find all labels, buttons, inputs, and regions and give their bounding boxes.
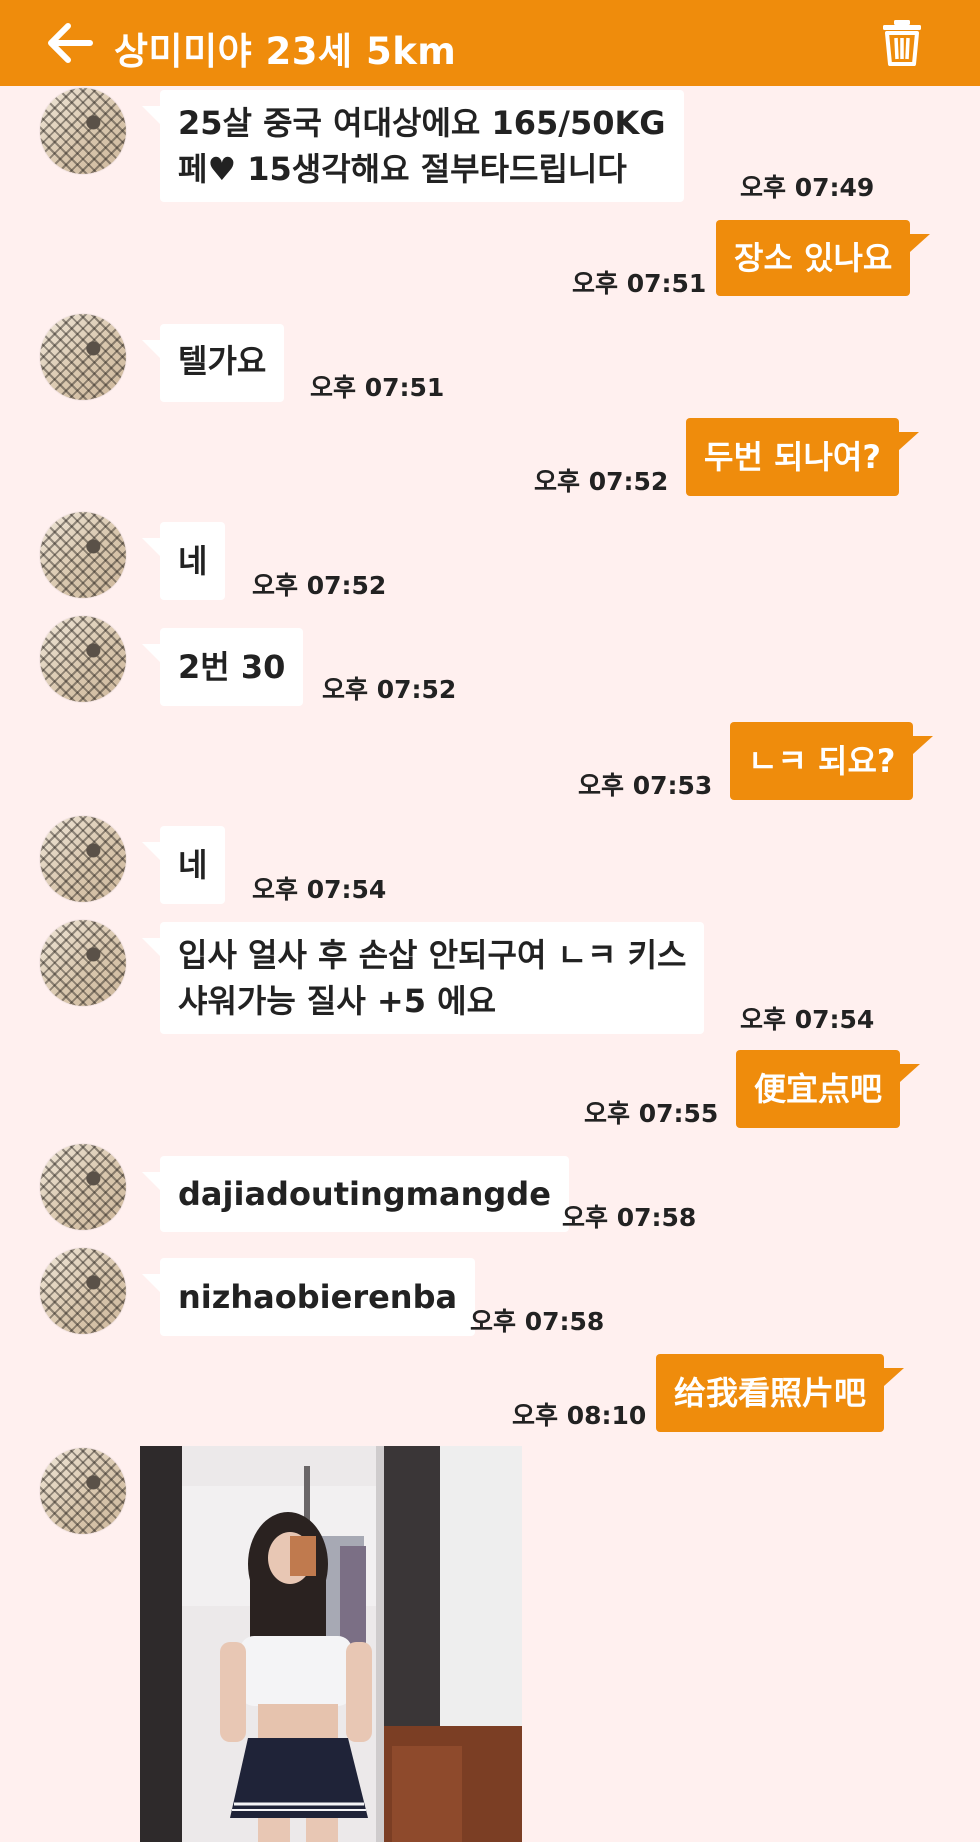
- incoming-message[interactable]: 텔가요: [141, 324, 285, 402]
- message-time: 오후 07:54: [740, 1005, 875, 1034]
- outgoing-message[interactable]: 장소 있나요: [716, 220, 931, 296]
- chat-header: 상미미야 23세 5km: [0, 0, 980, 86]
- incoming-message[interactable]: 네: [141, 522, 226, 600]
- message-time: 오후 07:58: [470, 1307, 605, 1336]
- avatar[interactable]: [40, 1144, 126, 1230]
- incoming-message[interactable]: nizhaobierenba: [141, 1258, 476, 1336]
- message-time: 오후 07:49: [740, 173, 875, 202]
- trash-icon: [883, 20, 921, 66]
- message-time: 오후 07:58: [562, 1203, 697, 1232]
- back-button[interactable]: [46, 22, 94, 64]
- outgoing-message[interactable]: 두번 되나여?: [686, 418, 919, 496]
- chat-title: 상미미야 23세 5km: [114, 30, 457, 73]
- photo-image: [140, 1446, 522, 1842]
- incoming-message[interactable]: dajiadoutingmangde: [142, 1156, 569, 1232]
- message-time: 오후 07:52: [534, 467, 669, 496]
- message-time: 오후 07:53: [578, 771, 713, 800]
- message-time: 오후 07:51: [572, 269, 707, 298]
- outgoing-message[interactable]: ㄴㅋ 되요?: [730, 722, 934, 800]
- message-time: 오후 07:51: [310, 373, 445, 402]
- delete-chat-button[interactable]: [880, 18, 924, 66]
- message-line: 25살 중국 여대상에요 165/50KG: [178, 104, 666, 142]
- avatar[interactable]: [40, 1448, 126, 1534]
- outgoing-message[interactable]: 给我看照片吧: [656, 1354, 905, 1432]
- arrow-left-icon: [48, 23, 93, 63]
- incoming-message[interactable]: 25살 중국 여대상에요 165/50KG 페♥ 15생각해요 절부타드립니다: [142, 90, 684, 202]
- avatar[interactable]: [40, 616, 126, 702]
- message-line: 페♥ 15생각해요 절부타드립니다: [178, 150, 627, 188]
- avatar[interactable]: [40, 920, 126, 1006]
- outgoing-message[interactable]: 便宜点吧: [736, 1050, 921, 1128]
- message-time: 오후 07:52: [322, 675, 457, 704]
- avatar[interactable]: [40, 816, 126, 902]
- avatar[interactable]: [40, 88, 126, 174]
- avatar[interactable]: [40, 512, 126, 598]
- photo-message[interactable]: [140, 1446, 522, 1842]
- message-time: 오후 07:52: [252, 571, 387, 600]
- incoming-message[interactable]: 네: [141, 826, 226, 904]
- message-time: 오후 07:55: [584, 1099, 719, 1128]
- avatar[interactable]: [40, 314, 126, 400]
- message-time: 오후 07:54: [252, 875, 387, 904]
- message-time: 오후 08:10: [512, 1401, 647, 1430]
- incoming-message[interactable]: 2번 30: [141, 628, 304, 706]
- message-line: 샤워가능 질사 +5 에요: [178, 982, 497, 1020]
- incoming-message[interactable]: 입사 얼사 후 손삽 안되구여 ㄴㅋ 키스 샤워가능 질사 +5 에요: [141, 922, 705, 1034]
- message-line: 입사 얼사 후 손삽 안되구여 ㄴㅋ 키스: [178, 936, 687, 974]
- avatar[interactable]: [40, 1248, 126, 1334]
